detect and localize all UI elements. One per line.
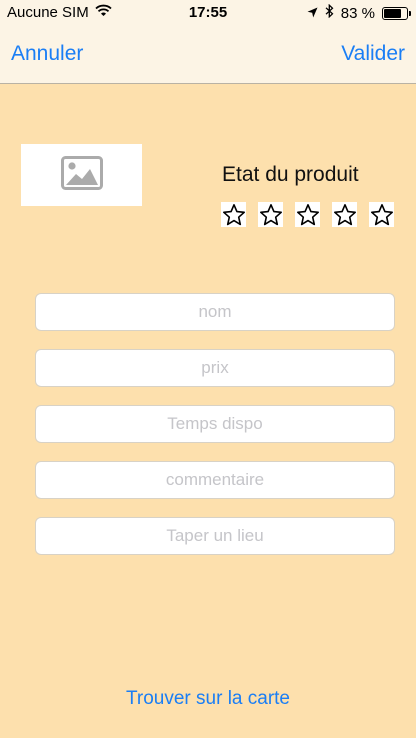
rating-star-5[interactable] [369,202,394,227]
star-icon [333,203,356,225]
bluetooth-icon [325,3,334,22]
battery-icon [382,6,411,20]
status-bar: Aucune SIM 17:55 83 % [0,0,416,28]
rating-star-3[interactable] [295,202,320,227]
location-arrow-icon [307,5,318,22]
comment-field[interactable] [35,461,395,499]
rating-star-1[interactable] [221,202,246,227]
status-right: 83 % [307,3,411,22]
validate-button[interactable]: Valider [341,42,405,66]
name-field[interactable] [35,293,395,331]
availability-field[interactable] [35,405,395,443]
star-icon [370,203,393,225]
rating-star-2[interactable] [258,202,283,227]
location-field[interactable] [35,517,395,555]
battery-fill [384,8,401,18]
rating-star-4[interactable] [332,202,357,227]
product-image-picker[interactable] [21,144,142,206]
find-on-map-link[interactable]: Trouver sur la carte [0,688,416,710]
image-placeholder-icon [60,155,103,195]
condition-rating [221,202,394,227]
cancel-button[interactable]: Annuler [11,42,83,66]
condition-label: Etat du produit [222,163,359,186]
star-icon [259,203,282,225]
price-field[interactable] [35,349,395,387]
navigation-bar: Annuler Valider [0,28,416,84]
star-icon [296,203,319,225]
battery-percent: 83 % [340,4,375,22]
star-icon [222,203,245,225]
